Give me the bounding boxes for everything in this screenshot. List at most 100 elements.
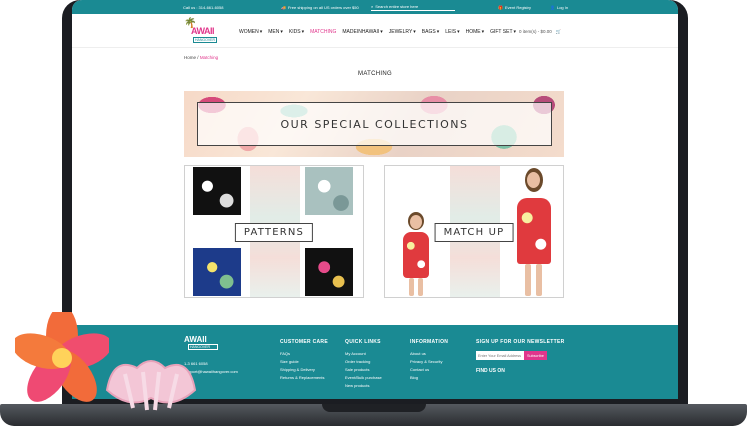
- nav-item-label: MEN: [268, 29, 280, 35]
- nav-item-label: WOMEN: [239, 29, 259, 35]
- breadcrumb-home[interactable]: Home: [184, 55, 196, 60]
- newsletter-email-input[interactable]: [476, 351, 524, 360]
- nav-item-label: JEWELRY: [388, 29, 413, 35]
- nav-item-women[interactable]: WOMEN ▾: [239, 29, 262, 35]
- laptop-notch: [322, 404, 426, 412]
- woman-dress: [517, 198, 551, 264]
- nav-item-kids[interactable]: KIDS ▾: [289, 29, 304, 35]
- patterns-caption: PATTERNS: [234, 223, 314, 242]
- customer-care-column: CUSTOMER CARE FAQs Size guide Shipping &…: [280, 339, 328, 382]
- match-up-tile[interactable]: MATCH UP: [384, 165, 564, 298]
- event-registry-link[interactable]: 🎁 Event Registry: [498, 5, 531, 10]
- woman-leg-left: [525, 264, 531, 296]
- fabric-swatch-sage: [305, 167, 353, 215]
- girl-leg-left: [409, 278, 414, 296]
- quick-links-title: QUICK LINKS: [345, 339, 381, 345]
- newsletter-form: Subscribe: [476, 351, 565, 360]
- search-input[interactable]: [375, 4, 452, 9]
- footer-link[interactable]: Privacy & Security: [410, 358, 448, 366]
- footer-link[interactable]: Size guide: [280, 358, 328, 366]
- information-title: INFORMATION: [410, 339, 449, 345]
- footer-link[interactable]: Contact us: [410, 366, 448, 374]
- top-bar: Call us : 314-661-6058 🚚 Free shipping o…: [72, 0, 678, 14]
- laptop-mockup: Call us : 314-661-6058 🚚 Free shipping o…: [0, 0, 747, 430]
- chevron-down-icon: ▾: [436, 29, 440, 35]
- plumeria-flower-decoration: [15, 312, 109, 402]
- nav-item-men[interactable]: MEN ▾: [268, 29, 283, 35]
- shipping-text: Free shipping on all US orders over $50: [287, 4, 359, 10]
- special-collections-banner[interactable]: OUR SPECIAL COLLECTIONS: [184, 91, 564, 157]
- login-label: Log In: [556, 4, 569, 10]
- call-us-text: Call us : 314-661-6058: [183, 4, 224, 10]
- shipping-notice: 🚚 Free shipping on all US orders over $5…: [281, 5, 359, 10]
- hair-clip-decoration: [105, 360, 197, 411]
- information-column: INFORMATION About us Privacy & Security …: [410, 339, 448, 382]
- woman-leg-right: [536, 264, 542, 296]
- nav-item-leis[interactable]: LEIS ▾: [445, 29, 459, 35]
- footer-logo[interactable]: AWAII HANGOVER: [184, 335, 218, 350]
- footer-link[interactable]: Sale products: [345, 366, 382, 374]
- main-nav: WOMEN ▾ MEN ▾ KIDS ▾ MATCHING MADEINHAWAII ▾ JEWE…: [239, 29, 516, 35]
- woman-model-image: [513, 168, 553, 296]
- logo-wordmark: AWAII: [191, 26, 215, 36]
- footer-link[interactable]: Blog: [410, 374, 448, 382]
- banner-label: OUR SPECIAL COLLECTIONS: [280, 117, 469, 131]
- logo-subtitle: HANGOVER: [193, 37, 218, 43]
- nav-item-gift-set[interactable]: GIFT SET ▾: [490, 29, 516, 35]
- footer-link[interactable]: About us: [410, 350, 448, 358]
- nav-item-label: BAGS: [421, 29, 436, 35]
- footer-link[interactable]: Event/Bulk purchase: [345, 374, 382, 382]
- quick-links-column: QUICK LINKS My Account Order tracking Sa…: [345, 339, 382, 390]
- banner-frame: OUR SPECIAL COLLECTIONS: [197, 102, 552, 146]
- girl-dress: [403, 232, 429, 278]
- website-screen: Call us : 314-661-6058 🚚 Free shipping o…: [72, 0, 678, 399]
- breadcrumb: Home / Matching: [184, 55, 218, 60]
- nav-item-home[interactable]: HOME ▾: [466, 29, 485, 35]
- search-box[interactable]: ⌕: [371, 3, 455, 11]
- nav-item-matching[interactable]: MATCHING: [310, 29, 336, 35]
- site-logo[interactable]: 🌴 AWAII HANGOVER: [184, 18, 226, 46]
- chevron-down-icon: ▾: [280, 29, 283, 35]
- chevron-down-icon: ▾: [380, 29, 383, 35]
- user-icon: 👤: [550, 4, 555, 10]
- footer-link[interactable]: My Account: [345, 350, 382, 358]
- fabric-swatch-black-floral: [305, 248, 353, 296]
- footer-link[interactable]: Order tracking: [345, 358, 382, 366]
- chevron-down-icon: ▾: [301, 29, 305, 35]
- site-header: 🌴 AWAII HANGOVER WOMEN ▾ MEN ▾ KIDS ▾ MATCHING…: [72, 14, 678, 48]
- footer-link[interactable]: Returns & Replacements: [280, 374, 328, 382]
- newsletter: SIGN UP FOR OUR NEWSLETTER Subscribe FIN…: [476, 339, 565, 374]
- girl-face: [410, 215, 422, 229]
- woman-face: [527, 172, 540, 188]
- subscribe-button[interactable]: Subscribe: [524, 351, 547, 360]
- cart-summary[interactable]: 0 item(s) - $0.00 🛒: [519, 29, 561, 35]
- breadcrumb-current: Matching: [199, 55, 219, 60]
- footer-link[interactable]: New products: [345, 382, 382, 390]
- nav-item-label: KIDS: [288, 29, 301, 35]
- page-title: MATCHING: [358, 71, 392, 77]
- footer-link[interactable]: Shipping & Delivery: [280, 366, 328, 374]
- nav-item-label: GIFT SET: [490, 29, 513, 35]
- newsletter-title: SIGN UP FOR OUR NEWSLETTER: [476, 339, 565, 345]
- footer-logo-word: AWAII: [184, 335, 207, 344]
- footer-link[interactable]: FAQs: [280, 350, 328, 358]
- nav-item-label: HOME: [465, 29, 481, 35]
- nav-item-bags[interactable]: BAGS ▾: [422, 29, 439, 35]
- login-link[interactable]: 👤 Log In: [550, 5, 568, 10]
- chevron-down-icon: ▾: [481, 29, 485, 35]
- chevron-down-icon: ▾: [413, 29, 416, 35]
- gift-icon: 🎁: [498, 4, 503, 10]
- fabric-swatch-black-white: [193, 167, 241, 215]
- customer-care-title: CUSTOMER CARE: [280, 339, 328, 345]
- nav-item-label: LEIS: [445, 29, 457, 35]
- girl-leg-right: [418, 278, 423, 296]
- nav-item-madeinhawaii[interactable]: MADEINHAWAII ▾: [342, 29, 382, 35]
- event-registry-label: Event Registry: [504, 4, 531, 10]
- patterns-tile[interactable]: PATTERNS: [184, 165, 364, 298]
- nav-item-jewelry[interactable]: JEWELRY ▾: [389, 29, 416, 35]
- breadcrumb-separator: /: [197, 55, 199, 60]
- match-up-caption: MATCH UP: [434, 223, 514, 242]
- nav-item-label: MATCHING: [310, 29, 337, 35]
- chevron-down-icon: ▾: [259, 29, 263, 35]
- search-icon: ⌕: [371, 4, 374, 9]
